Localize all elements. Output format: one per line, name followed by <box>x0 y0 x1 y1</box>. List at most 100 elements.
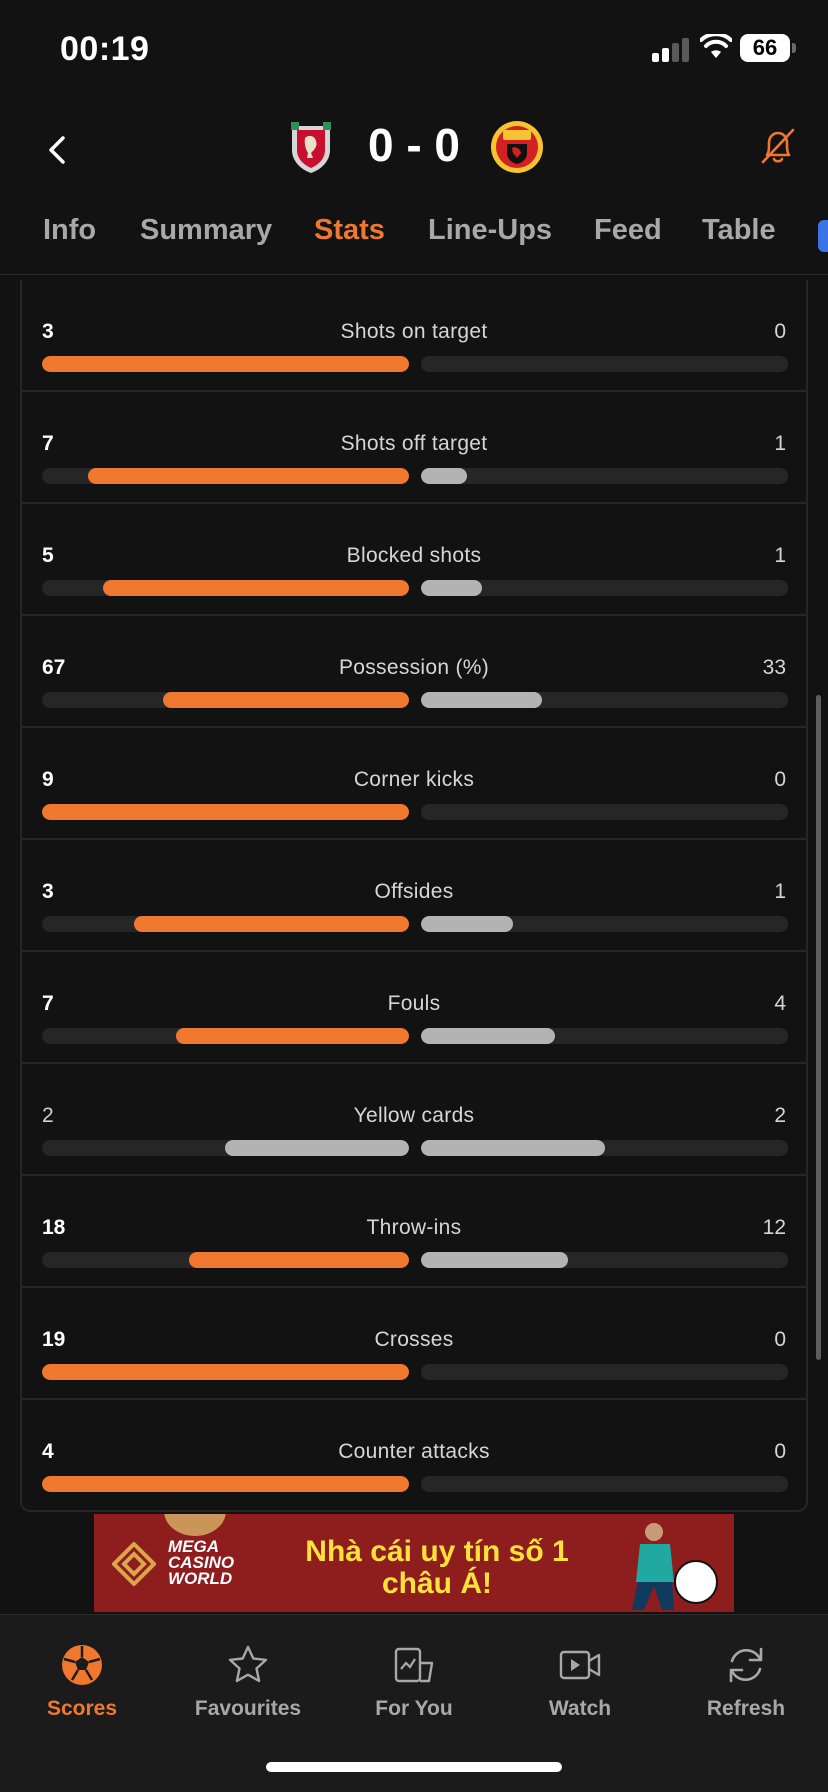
stat-away-bar <box>421 1028 555 1044</box>
refresh-icon <box>729 1647 763 1683</box>
stat-away-track <box>421 1252 788 1268</box>
stat-home-bar <box>134 916 409 932</box>
back-button[interactable] <box>36 128 80 172</box>
stat-label: Offsides <box>374 880 454 903</box>
stats-card: 3 Shots on target 0 7 Shots off target 1 5 Bloc… <box>20 280 808 1512</box>
battery-indicator: 66 <box>740 34 796 62</box>
scrollbar[interactable] <box>816 695 821 1360</box>
tabs-divider <box>0 274 828 275</box>
stat-away-track <box>421 580 788 596</box>
for-you-icon <box>394 1647 434 1683</box>
stat-home-track <box>42 356 409 372</box>
stat-home-bar <box>189 1252 409 1268</box>
status-bar: 00:19 66 <box>0 0 828 100</box>
stat-label: Corner kicks <box>353 768 475 791</box>
stat-home-track <box>42 692 409 708</box>
stat-home-bar <box>176 1028 409 1044</box>
stat-away-value: 12 <box>762 1216 786 1239</box>
stat-away-bar <box>421 692 542 708</box>
nav-favourites[interactable]: Favourites <box>173 1631 323 1731</box>
stat-home-bar <box>42 1476 409 1492</box>
soccer-ball-icon <box>62 1645 102 1685</box>
stat-home-track <box>42 580 409 596</box>
nav-scores[interactable]: Scores <box>7 1631 157 1731</box>
stat-row: 7 Shots off target 1 <box>22 392 806 504</box>
stat-away-track <box>421 1476 788 1492</box>
home-indicator <box>266 1762 562 1772</box>
stat-away-track <box>421 1028 788 1044</box>
nav-for-you[interactable]: For You <box>339 1631 489 1731</box>
stat-home-bar <box>163 692 409 708</box>
tab-overflow-peek[interactable] <box>818 220 828 252</box>
stat-label: Blocked shots <box>346 544 482 567</box>
stat-away-value: 0 <box>774 1440 786 1463</box>
star-icon <box>228 1645 268 1683</box>
stat-away-bar <box>421 580 482 596</box>
stat-row: 7 Fouls 4 <box>22 952 806 1064</box>
stat-label: Shots off target <box>340 432 488 455</box>
nav-label-watch: Watch <box>548 1697 612 1720</box>
tab-feed[interactable]: Feed <box>594 214 662 247</box>
stat-home-track <box>42 1364 409 1380</box>
stat-row: 3 Shots on target 0 <box>22 280 806 392</box>
nav-refresh[interactable]: Refresh <box>671 1631 821 1731</box>
match-tabs: Info Summary Stats Line-Ups Feed Table <box>0 214 828 274</box>
stat-away-value: 0 <box>774 320 786 343</box>
stat-away-value: 0 <box>774 1328 786 1351</box>
stat-home-bar <box>88 468 409 484</box>
ad-headline: Nhà cái uy tín số 1 châu Á! <box>305 1535 569 1600</box>
stat-home-bar <box>103 580 409 596</box>
stat-away-bar <box>421 468 467 484</box>
ad-decoration <box>164 1514 226 1536</box>
stat-home-track <box>42 1252 409 1268</box>
stat-label: Fouls <box>387 992 441 1015</box>
stat-away-value: 2 <box>774 1104 786 1127</box>
nav-watch[interactable]: Watch <box>505 1631 655 1731</box>
stat-away-value: 4 <box>774 992 786 1015</box>
nav-label-favourites: Favourites <box>194 1697 302 1720</box>
stat-away-track <box>421 468 788 484</box>
ad-banner[interactable]: MEGA CASINO WORLD Nhà cái uy tín số 1 ch… <box>94 1514 734 1612</box>
stat-home-bar <box>42 1364 409 1380</box>
tab-stats[interactable]: Stats <box>314 214 385 247</box>
stat-home-track <box>42 916 409 932</box>
soccer-ball-image <box>674 1560 718 1604</box>
stat-home-bar <box>42 804 409 820</box>
stat-away-bar <box>421 1252 568 1268</box>
stat-away-track <box>421 1140 788 1156</box>
stat-away-track <box>421 1364 788 1380</box>
stat-away-value: 0 <box>774 768 786 791</box>
stat-away-value: 1 <box>774 432 786 455</box>
stat-label: Counter attacks <box>338 1440 490 1463</box>
tab-summary[interactable]: Summary <box>140 214 272 247</box>
stat-row: 9 Corner kicks 0 <box>22 728 806 840</box>
stat-away-track <box>421 804 788 820</box>
stat-away-value: 1 <box>774 880 786 903</box>
stat-home-track <box>42 804 409 820</box>
match-score: 0 - 0 <box>367 119 461 171</box>
stat-label: Shots on target <box>340 320 488 343</box>
stat-away-track <box>421 916 788 932</box>
stat-away-value: 1 <box>774 544 786 567</box>
stat-row: 18 Throw-ins 12 <box>22 1176 806 1288</box>
stat-away-bar <box>421 916 513 932</box>
man-united-crest-icon[interactable] <box>490 120 544 174</box>
tab-info[interactable]: Info <box>43 214 96 247</box>
video-icon <box>559 1650 601 1680</box>
stat-home-track <box>42 1140 409 1156</box>
stat-label: Throw-ins <box>366 1216 462 1239</box>
stat-label: Crosses <box>374 1328 454 1351</box>
nav-label-refresh: Refresh <box>706 1697 786 1720</box>
tab-table[interactable]: Table <box>702 214 776 247</box>
stat-home-track <box>42 1476 409 1492</box>
stat-home-bar <box>225 1140 409 1156</box>
tab-line-ups[interactable]: Line-Ups <box>428 214 552 247</box>
stat-home-track <box>42 1028 409 1044</box>
match-header: 0 - 0 <box>0 110 828 190</box>
stat-row: 19 Crosses 0 <box>22 1288 806 1400</box>
nav-label-scores: Scores <box>46 1697 118 1720</box>
stat-row: 3 Offsides 1 <box>22 840 806 952</box>
stat-row: 2 Yellow cards 2 <box>22 1064 806 1176</box>
notification-bell-off-icon[interactable] <box>756 124 800 168</box>
liverpool-crest-icon[interactable] <box>288 120 334 174</box>
